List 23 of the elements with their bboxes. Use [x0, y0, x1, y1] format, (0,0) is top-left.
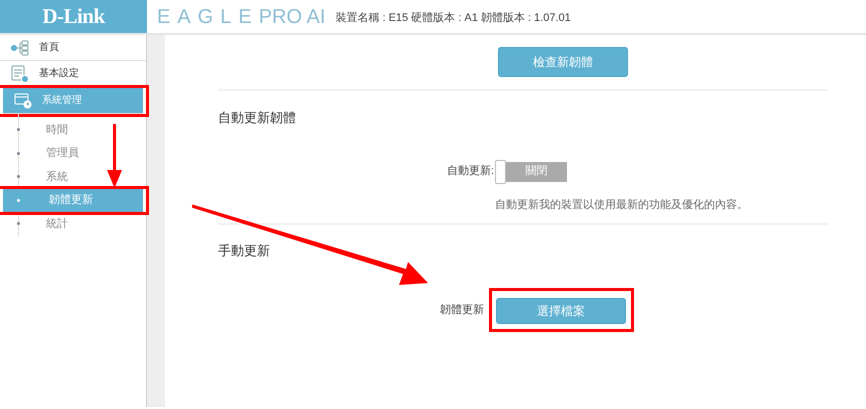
check-firmware-button[interactable]: 檢查新韌體 — [498, 47, 628, 77]
section-title: 手動更新 — [218, 242, 271, 260]
submenu-item[interactable]: 韌體更新 — [3, 188, 143, 212]
submenu-item[interactable]: 時間 — [0, 118, 146, 142]
device-info: 裝置名稱 : E15 硬體版本 : A1 韌體版本 : 1.07.01 — [335, 10, 571, 26]
logo: D-Link — [42, 2, 105, 30]
submenu-item[interactable]: 統計 — [0, 212, 146, 236]
system-icon — [14, 92, 32, 109]
submenu-item[interactable]: 管理員 — [0, 142, 146, 165]
field-label: 自動更新: — [446, 164, 494, 180]
sidebar-item[interactable]: 系統管理 — [3, 88, 143, 114]
submenu-item[interactable]: 系統 — [0, 165, 146, 188]
product-suffix: PRO AI — [258, 4, 326, 30]
sidebar-item[interactable]: 首頁 — [0, 35, 146, 61]
description-text: 自動更新我的裝置以使用最新的功能及優化的內容。 — [495, 198, 749, 212]
settings-icon — [11, 64, 29, 82]
sidebar-item[interactable]: 基本設定 — [0, 61, 146, 87]
choose-file-button[interactable]: 選擇檔案 — [496, 298, 626, 324]
network-icon — [10, 40, 30, 56]
arrow — [107, 124, 122, 188]
product-name: EAGLE — [157, 4, 259, 30]
field-label: 韌體更新 — [439, 302, 484, 318]
section-title: 自動更新韌體 — [218, 109, 297, 127]
